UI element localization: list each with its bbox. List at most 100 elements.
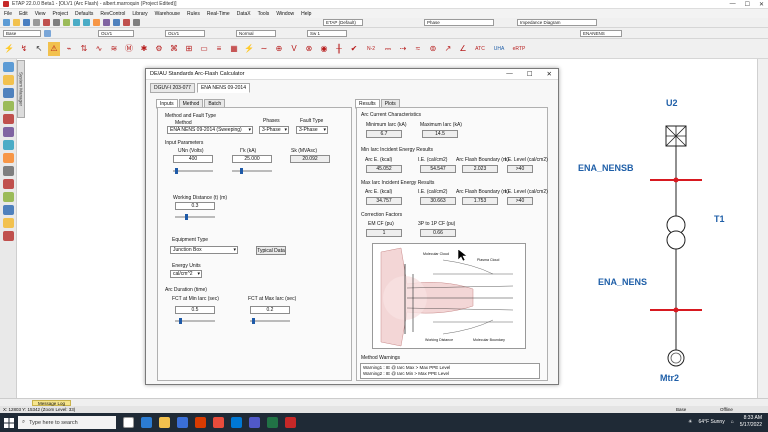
menu-rules[interactable]: Rules [187,11,200,17]
menu-datax[interactable]: DataX [237,11,251,17]
working-distance-field[interactable]: 0.3 [175,202,215,210]
edge-icon[interactable] [141,417,152,428]
project-icon[interactable] [3,62,14,72]
switching-select[interactable]: Sw 1 [307,29,347,37]
volt-icon[interactable]: V [288,42,300,56]
analysis-icon[interactable]: ◉ [318,42,330,56]
save-icon[interactable] [23,19,30,26]
help-icon[interactable] [123,19,130,26]
battery-icon[interactable]: ▭ [198,42,210,56]
etap-taskbar-icon[interactable] [285,417,296,428]
grid-icon[interactable] [103,19,110,26]
cap-icon[interactable]: ╫ [333,42,345,56]
outlook-icon[interactable] [231,417,242,428]
close-button[interactable]: ✕ [759,1,764,8]
cut-icon[interactable] [43,19,50,26]
vvo-icon[interactable]: ≈ [412,42,424,56]
device-icon[interactable] [3,127,14,137]
teams-icon[interactable] [249,417,260,428]
redo-icon[interactable] [83,19,90,26]
method-select[interactable]: ENA NENS 09-2014 (Sweeping) [167,126,253,134]
pointer-icon[interactable]: ↖ [33,42,45,56]
undo-icon[interactable] [73,19,80,26]
alert-icon[interactable] [3,114,14,124]
tab-dguv[interactable]: DGUV-I 203-077 [150,83,195,93]
reliability-icon[interactable]: ⌘ [168,42,180,56]
relay-icon[interactable]: ⚡ [243,42,255,56]
energy-units-select[interactable]: cal/cm^2 [170,270,202,278]
config-select[interactable]: ETAP (Default) [323,19,363,26]
fct-min-slider[interactable] [175,318,215,324]
menu-file[interactable]: File [4,11,12,17]
fault-type-select[interactable]: 3-Phase [296,126,328,134]
globe-icon[interactable] [3,205,14,215]
ertp-button[interactable]: eRTP [510,42,528,56]
grid-side-icon[interactable] [3,192,14,202]
olv-select-2[interactable]: OLV1 [165,29,205,37]
menu-revcontrol[interactable]: RevControl [100,11,125,17]
optimal-icon[interactable]: ⚙ [153,42,165,56]
copy-icon[interactable] [53,19,60,26]
harmonic-icon[interactable]: ∿ [93,42,105,56]
motor-start-icon[interactable]: Ⓜ [123,42,135,56]
tool-icon[interactable] [3,166,14,176]
atc-button[interactable]: ATC [472,42,488,56]
maximize-button[interactable]: ☐ [745,1,750,8]
protection-side-icon[interactable] [3,179,14,189]
protection-icon[interactable]: ⌁ [63,42,75,56]
print-icon[interactable] [33,19,40,26]
ik-field[interactable]: 25.000 [232,155,272,163]
system-manager-tab[interactable]: System Manager [17,60,25,118]
working-distance-slider[interactable] [175,214,215,220]
menu-defaults[interactable]: Defaults [75,11,93,17]
menu-help[interactable]: Help [301,11,311,17]
typical-data-button[interactable]: Typical Data [256,246,286,255]
diagram-type-select[interactable]: Impedance Diagram [517,19,597,26]
start-button[interactable] [0,413,18,432]
transformer-t1-secondary[interactable] [666,230,686,250]
fct-max-slider[interactable] [250,318,290,324]
weather-icon[interactable]: ☀ [688,419,692,425]
ik-slider[interactable] [232,168,272,174]
menu-tools[interactable]: Tools [258,11,270,17]
menu-warehouse[interactable]: Warehouse [155,11,180,17]
study-case-select[interactable]: ENANENS [580,29,622,37]
minimize-button[interactable]: — [730,1,736,8]
fire-icon[interactable] [3,153,14,163]
store-icon[interactable] [177,417,188,428]
base-select[interactable]: Base [3,29,41,37]
dialog-minimize-button[interactable]: — [506,70,513,78]
paste-icon[interactable] [63,19,70,26]
weather-text[interactable]: 64°F Sunny [699,419,725,425]
fct-max-field[interactable]: 0.2 [250,306,290,314]
phase-select[interactable]: Phase [424,19,494,26]
ground-grid-icon[interactable]: ▦ [228,42,240,56]
fct-min-field[interactable]: 0.5 [175,306,215,314]
motor-mtr2-symbol[interactable] [667,349,685,367]
check-icon[interactable] [113,19,120,26]
unom-slider[interactable] [173,168,213,174]
tab-ena-nens[interactable]: ENA NENS 09-2014 [196,83,250,93]
trend-icon[interactable]: ↗ [442,42,454,56]
arc-calculator-icon[interactable]: ⚠ [48,41,60,56]
excel-icon[interactable] [267,417,278,428]
file-explorer-icon[interactable] [159,417,170,428]
phases-select[interactable]: 3-Phase [259,126,289,134]
open-icon[interactable] [13,19,20,26]
star-icon[interactable]: ✱ [138,42,150,56]
menu-edit[interactable]: Edit [19,11,28,17]
unbalanced-icon[interactable]: ⊗ [303,42,315,56]
taskbar-search[interactable]: ⌕ Type here to search [18,416,116,429]
switch-icon[interactable]: ⎓ [382,42,394,56]
short-circuit-icon[interactable]: ↯ [18,42,30,56]
network-tray-icon[interactable]: ⌂ [731,419,734,425]
settings-icon[interactable] [133,19,140,26]
meter-icon[interactable]: ⊚ [427,42,439,56]
unom-field[interactable]: 400 [173,155,213,163]
uha-button[interactable]: UHA [491,42,507,56]
dialog-maximize-button[interactable]: ☐ [527,70,533,78]
dc-icon[interactable]: ⊞ [183,42,195,56]
menu-view[interactable]: View [35,11,46,17]
transient-icon[interactable]: ∼ [258,42,270,56]
network-icon[interactable] [3,88,14,98]
